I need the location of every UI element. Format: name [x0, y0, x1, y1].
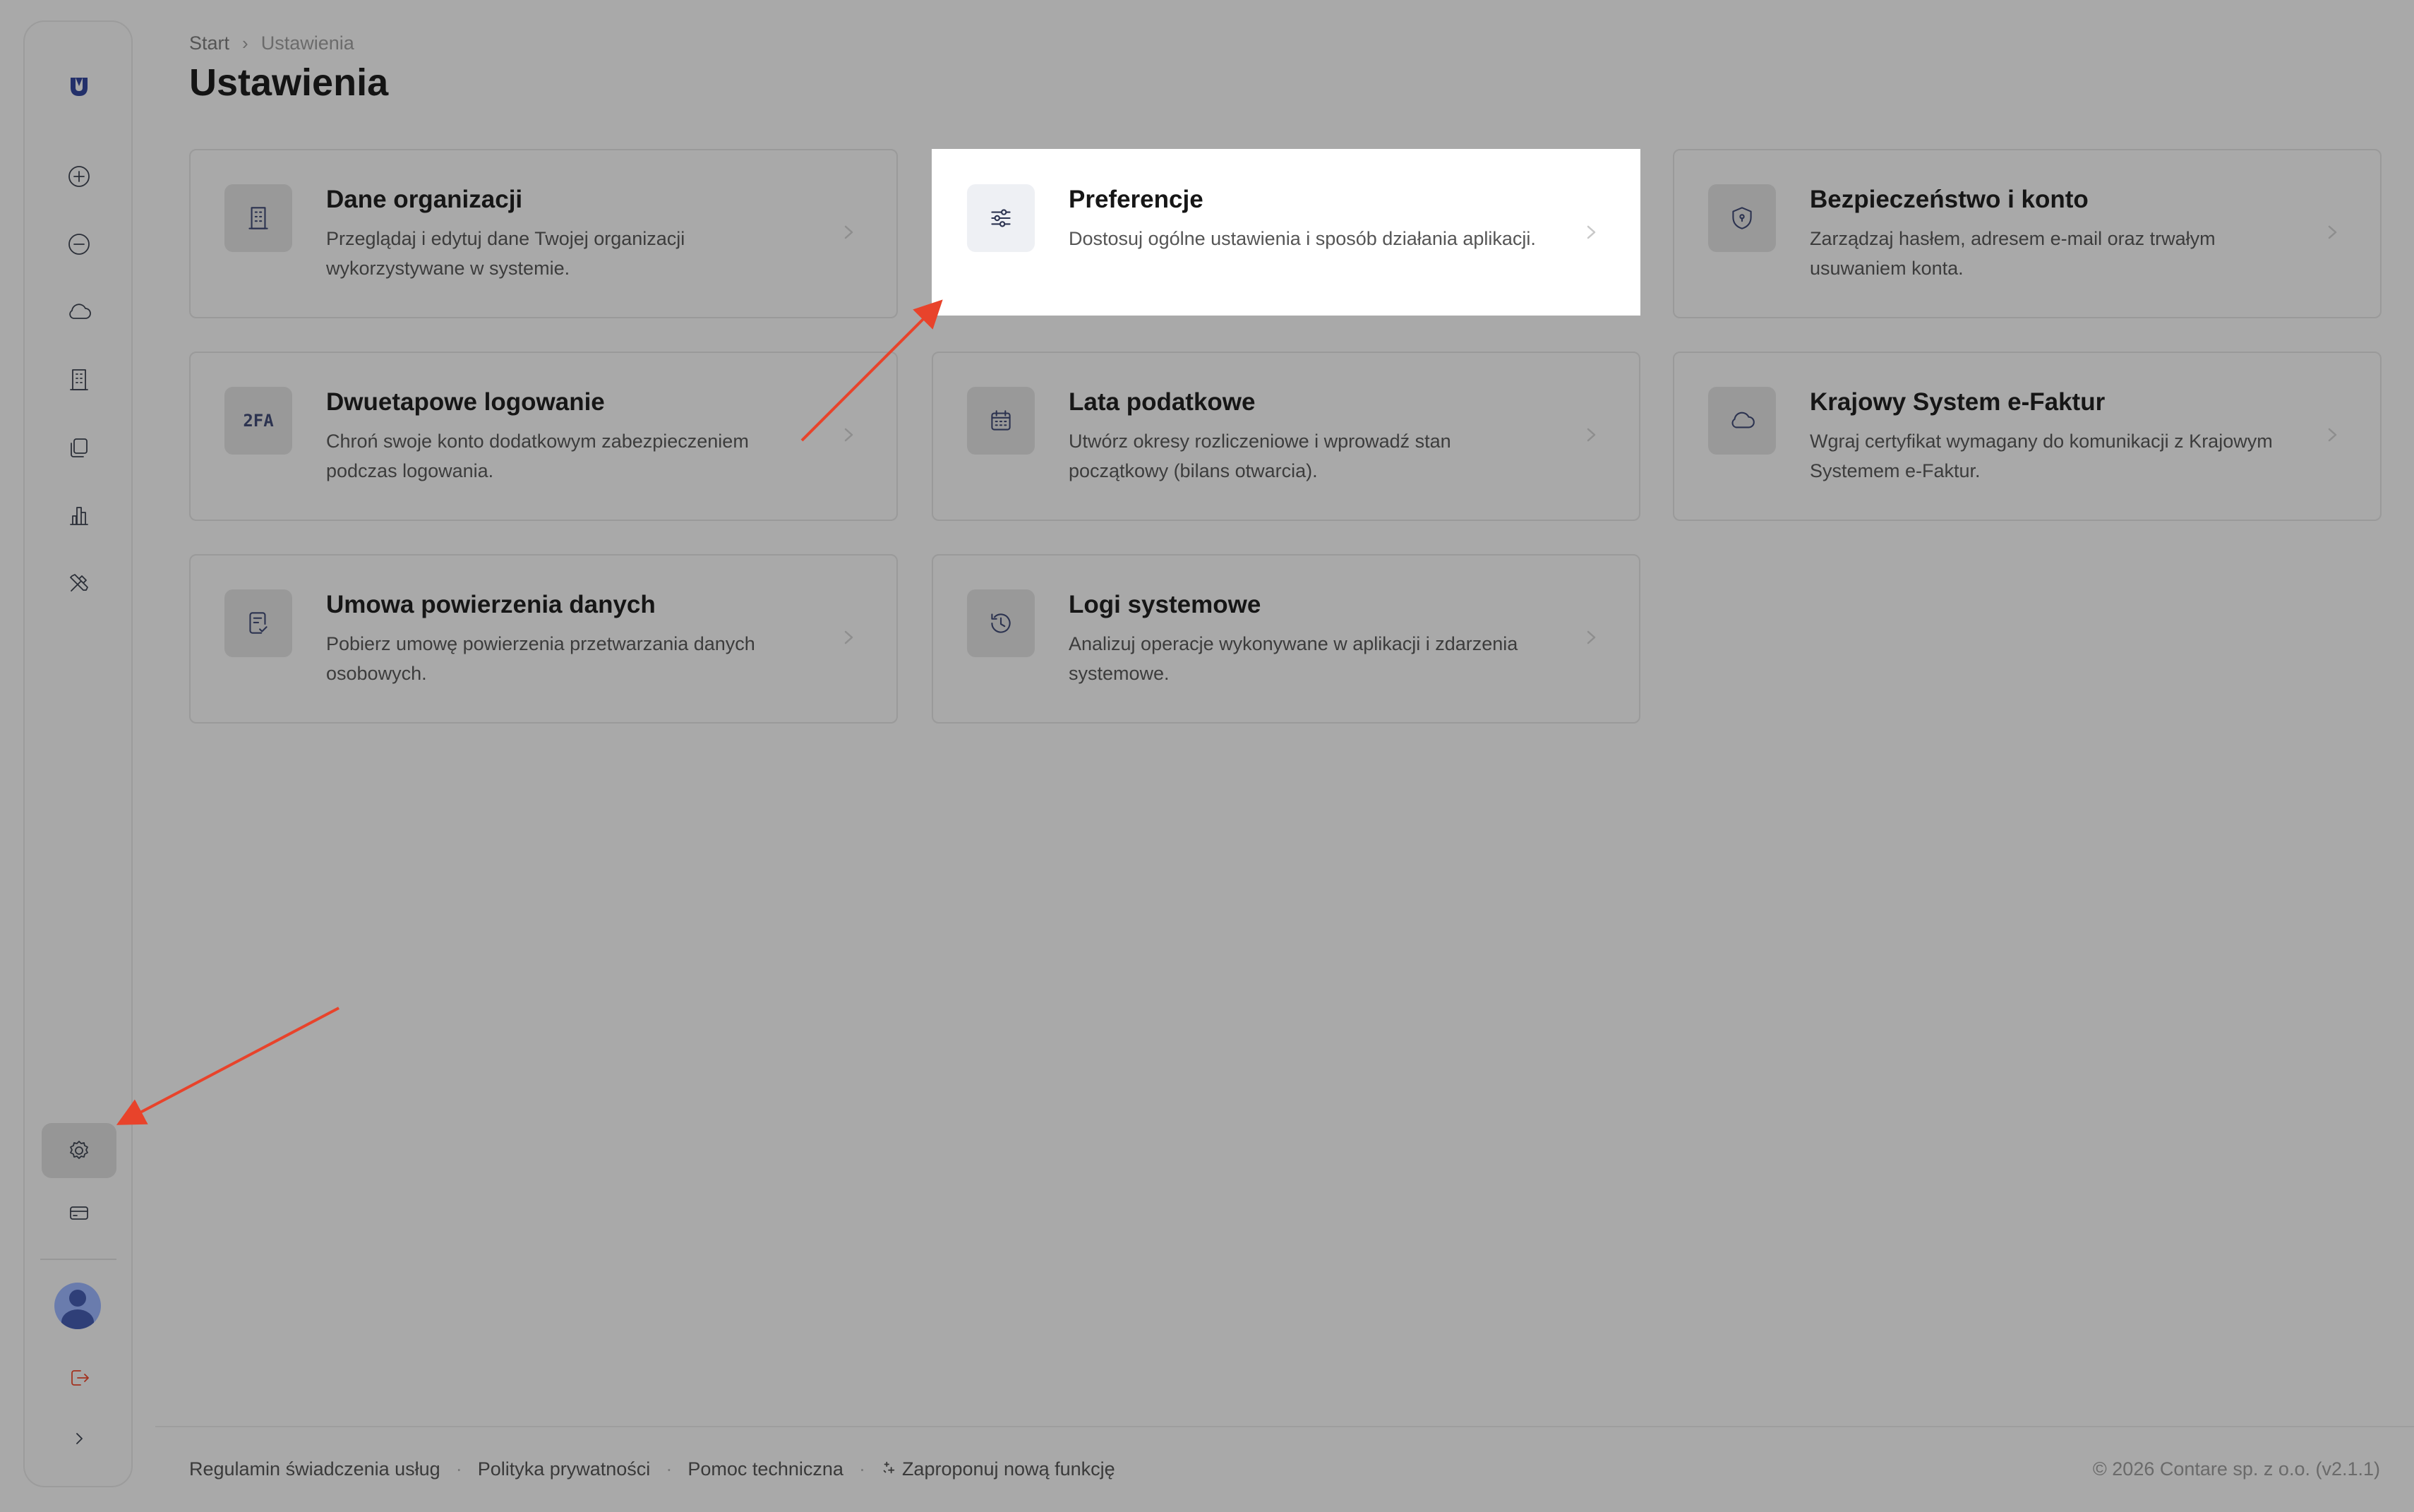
sidebar-item-logout[interactable]	[42, 1350, 116, 1405]
sidebar-item-add[interactable]	[42, 149, 116, 204]
breadcrumb-separator: ›	[242, 32, 248, 54]
building-icon	[70, 369, 88, 390]
cloud-icon	[1708, 387, 1776, 455]
settings-card-tax-years[interactable]: Lata podatkowe Utwórz okresy rozliczenio…	[932, 352, 1640, 521]
chevron-right-icon	[1581, 623, 1602, 655]
minus-circle-icon	[68, 234, 90, 255]
sidebar-item-documents[interactable]	[42, 420, 116, 475]
sidebar-item-organization[interactable]	[42, 352, 116, 407]
cloud-icon	[69, 304, 91, 319]
plus-circle-icon	[68, 166, 90, 187]
card-description: Dostosuj ogólne ustawienia i sposób dzia…	[1069, 228, 1536, 249]
card-description: Przeglądaj i edytuj dane Twojej organiza…	[326, 228, 685, 279]
settings-card-system-logs[interactable]: Logi systemowe Analizuj operacje wykonyw…	[932, 554, 1640, 724]
card-description: Analizuj operacje wykonywane w aplikacji…	[1069, 633, 1518, 684]
chevron-right-icon	[839, 421, 860, 452]
documents-icon	[71, 438, 88, 457]
tools-icon	[70, 574, 88, 592]
settings-card-2fa[interactable]: 2FA Dwuetapowe logowanie Chroń swoje kon…	[189, 352, 898, 521]
card-title: Lata podatkowe	[1069, 388, 1256, 416]
page-title: Ustawienia	[189, 61, 389, 104]
card-title: Bezpieczeństwo i konto	[1810, 186, 2089, 213]
footer-link-terms[interactable]: Regulamin świadczenia usług	[189, 1458, 440, 1480]
footer-link-suggest-feature[interactable]: Zaproponuj nową funkcję	[902, 1458, 1115, 1480]
settings-card-security[interactable]: Bezpieczeństwo i konto Zarządzaj hasłem,…	[1673, 149, 2382, 318]
gear-icon	[70, 1141, 88, 1159]
chevron-right-icon	[76, 1433, 83, 1444]
card-description: Zarządzaj hasłem, adresem e-mail oraz tr…	[1810, 228, 2216, 279]
settings-card-ksef[interactable]: Krajowy System e-Faktur Wgraj certyfikat…	[1673, 352, 2382, 521]
2fa-icon-label: 2FA	[243, 411, 274, 431]
chevron-right-icon	[2322, 421, 2343, 452]
card-description: Utwórz okresy rozliczeniowe i wprowadź s…	[1069, 431, 1451, 481]
breadcrumb-current: Ustawienia	[260, 32, 354, 54]
document-check-icon	[224, 589, 292, 657]
sidebar-expand-toggle[interactable]	[42, 1411, 116, 1466]
history-icon	[967, 589, 1035, 657]
avatar[interactable]	[54, 1283, 101, 1329]
chevron-right-icon	[839, 623, 860, 655]
footer-separator: ·	[455, 1458, 462, 1480]
annotation-arrow-settings	[116, 1007, 340, 1125]
shield-icon	[1708, 184, 1776, 252]
chevron-right-icon	[1581, 218, 1602, 250]
bar-chart-icon	[70, 507, 88, 525]
sparkle-icon	[881, 1458, 896, 1480]
footer-link-privacy[interactable]: Polityka prywatności	[478, 1458, 651, 1480]
chevron-right-icon	[839, 218, 860, 250]
2fa-icon: 2FA	[224, 387, 292, 455]
footer-links: Regulamin świadczenia usług · Polityka p…	[189, 1458, 1115, 1480]
card-title: Krajowy System e-Faktur	[1810, 388, 2106, 416]
credit-card-icon	[70, 1206, 88, 1220]
sidebar-item-billing[interactable]	[42, 1185, 116, 1240]
sidebar-divider	[40, 1259, 116, 1260]
sidebar-item-reports[interactable]	[42, 488, 116, 543]
chevron-right-icon	[1581, 421, 1602, 452]
building-icon	[224, 184, 292, 252]
breadcrumb-home[interactable]: Start	[189, 32, 229, 54]
copyright: © 2026 Contare sp. z o.o. (v2.1.1)	[2092, 1458, 2380, 1480]
sidebar-item-subtract[interactable]	[42, 217, 116, 272]
sidebar	[23, 20, 133, 1487]
footer-separator: ·	[666, 1458, 673, 1480]
card-description: Wgraj certyfikat wymagany do komunikacji…	[1810, 431, 2273, 481]
sliders-icon	[967, 184, 1035, 252]
calendar-icon	[967, 387, 1035, 455]
settings-card-organization[interactable]: Dane organizacji Przeglądaj i edytuj dan…	[189, 149, 898, 318]
card-title: Logi systemowe	[1069, 591, 1261, 618]
card-title: Umowa powierzenia danych	[326, 591, 656, 618]
breadcrumb: Start › Ustawienia	[189, 32, 354, 54]
settings-card-data-agreement[interactable]: Umowa powierzenia danych Pobierz umowę p…	[189, 554, 898, 724]
card-title: Dane organizacji	[326, 186, 523, 213]
logout-icon	[71, 1370, 89, 1386]
card-description: Pobierz umowę powierzenia przetwarzania …	[326, 633, 755, 684]
footer-separator: ·	[858, 1458, 865, 1480]
settings-card-preferences[interactable]: Preferencje Dostosuj ogólne ustawienia i…	[932, 149, 1640, 316]
footer-divider	[155, 1426, 2414, 1427]
card-description: Chroń swoje konto dodatkowym zabezpiecze…	[326, 431, 749, 481]
sidebar-item-settings[interactable]	[42, 1123, 116, 1178]
sidebar-item-tools[interactable]	[42, 556, 116, 611]
sidebar-item-cloud[interactable]	[42, 284, 116, 340]
brand-logo-icon[interactable]	[42, 59, 116, 114]
card-title: Preferencje	[1069, 186, 1203, 213]
footer-link-support[interactable]: Pomoc techniczna	[687, 1458, 843, 1480]
card-title: Dwuetapowe logowanie	[326, 388, 605, 416]
chevron-right-icon	[2322, 218, 2343, 250]
